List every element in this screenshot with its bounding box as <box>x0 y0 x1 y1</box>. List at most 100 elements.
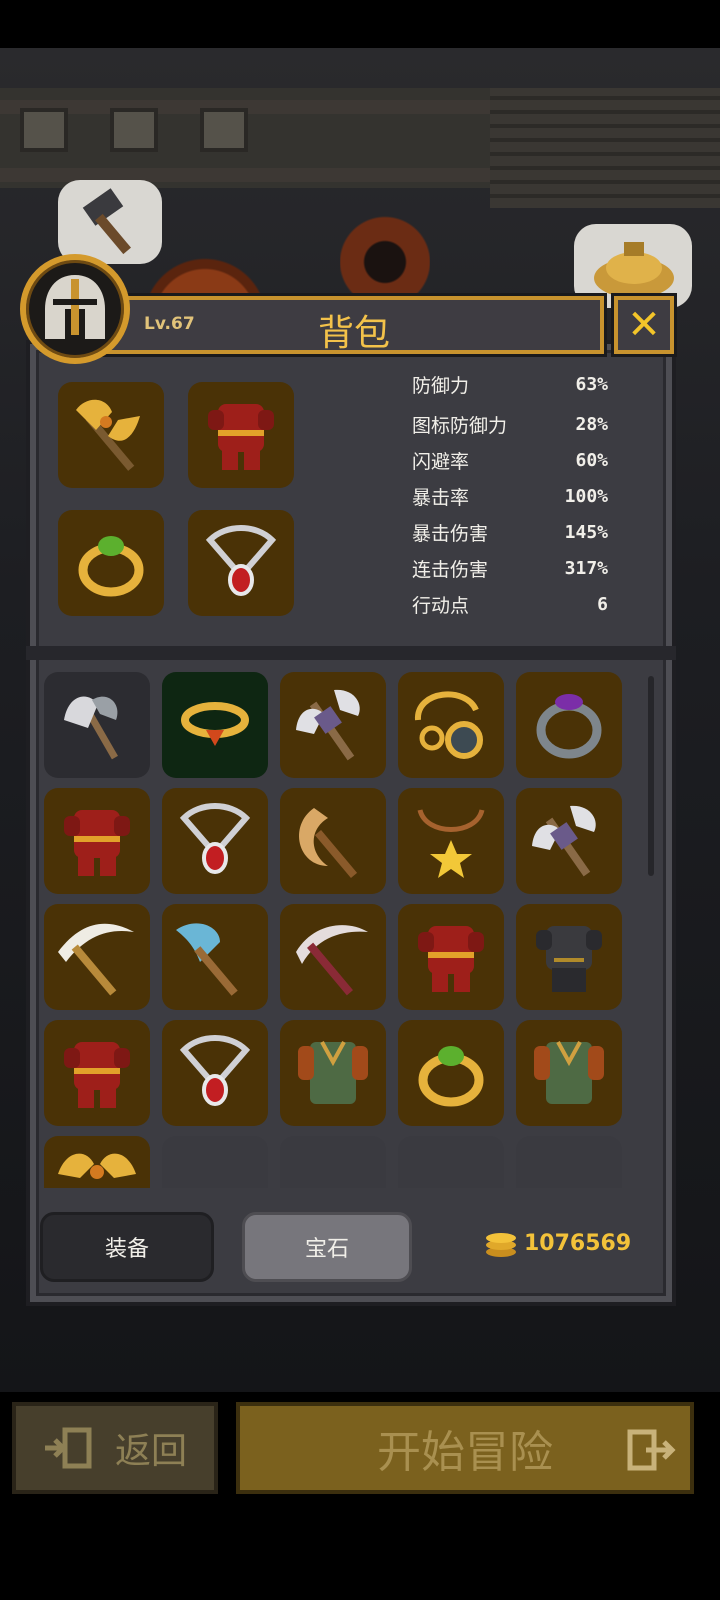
inventory-slot-empty[interactable] <box>398 1136 504 1188</box>
start-adventure-label: 开始冒险 <box>377 1427 553 1478</box>
stat-value: 317% <box>564 557 608 579</box>
inventory-slot-empty[interactable] <box>516 1136 622 1188</box>
inventory-slot[interactable] <box>398 672 504 778</box>
moon-axe-icon <box>299 808 358 879</box>
start-adventure-button[interactable]: 开始冒险 <box>236 1402 694 1494</box>
page-title: 背包 <box>317 313 390 354</box>
stat-value: 100% <box>564 485 608 507</box>
stat-label: 防御力 <box>412 374 470 397</box>
stat-label: 闪避率 <box>412 450 470 473</box>
stat-row: 连击伤害 317% <box>412 550 608 586</box>
stat-label: 连击伤害 <box>412 558 489 581</box>
stat-row: 闪避率 60% <box>412 442 608 478</box>
inventory-slot[interactable] <box>162 904 268 1010</box>
gold-emerald-ring-icon <box>418 1046 484 1107</box>
stat-row: 暴击伤害 145% <box>412 514 608 550</box>
inventory-slot[interactable] <box>516 904 622 1010</box>
exit-door-icon <box>627 1429 676 1471</box>
enter-door-icon <box>44 1427 92 1469</box>
stat-row: 行动点 6 <box>412 586 608 622</box>
stat-value: 63% <box>575 373 608 395</box>
close-button[interactable]: ✕ <box>614 296 674 354</box>
gold-emerald-ring-icon <box>78 536 144 597</box>
black-armor-icon <box>536 926 602 992</box>
section-divider <box>26 646 676 660</box>
inventory-slot-empty[interactable] <box>162 1136 268 1188</box>
inventory-slot[interactable] <box>398 904 504 1010</box>
stat-label: 暴击率 <box>412 486 470 509</box>
stat-row: 防御力 63% <box>412 372 608 402</box>
equip-slot-armor[interactable] <box>188 382 294 488</box>
back-button-label: 返回 <box>114 1431 187 1472</box>
gold-coins-icon <box>486 1233 516 1257</box>
stat-value: 28% <box>575 413 608 435</box>
blacksmith-button[interactable] <box>58 180 162 264</box>
gold-ruby-ring-icon <box>181 702 249 746</box>
red-armor-icon <box>64 1042 130 1108</box>
green-tunic-icon <box>534 1041 604 1104</box>
blue-axe-icon <box>176 923 238 996</box>
golden-pickaxe-icon <box>58 923 134 996</box>
inventory-slot[interactable] <box>162 788 268 894</box>
inventory-slot[interactable] <box>44 788 150 894</box>
close-x-icon: ✕ <box>627 302 661 348</box>
hammer-icon <box>82 188 131 255</box>
avatar[interactable] <box>20 254 130 364</box>
inventory-slot[interactable] <box>516 672 622 778</box>
inventory-slot[interactable] <box>162 1020 268 1126</box>
green-tunic-icon <box>298 1041 368 1104</box>
red-armor-icon <box>208 404 274 470</box>
stat-row: 图标防御力 28% <box>412 406 608 442</box>
equip-slot-ring[interactable] <box>58 510 164 616</box>
golden-double-axe-icon <box>76 399 140 471</box>
tab-gems[interactable]: 宝石 <box>242 1212 412 1282</box>
inventory-slot[interactable] <box>280 672 386 778</box>
inventory-slot[interactable] <box>516 788 622 894</box>
stat-label: 行动点 <box>412 594 470 617</box>
inventory-scrollbar[interactable] <box>648 676 654 876</box>
title-bar: Lv.67 背包 <box>104 296 604 354</box>
inventory-slot[interactable] <box>44 1020 150 1126</box>
silver-ruby-amulet-icon <box>179 803 251 874</box>
inventory-slot[interactable] <box>398 788 504 894</box>
inventory-slot[interactable] <box>516 1020 622 1126</box>
back-button[interactable]: 返回 <box>12 1402 218 1494</box>
inventory-slot[interactable] <box>398 1020 504 1126</box>
star-necklace-icon <box>417 809 485 878</box>
purple-double-axe-icon <box>532 805 596 877</box>
purple-double-axe-icon <box>296 689 360 761</box>
amethyst-ring-icon <box>536 694 602 759</box>
inventory-slot[interactable] <box>44 904 150 1010</box>
stats-panel: 防御力 63% 图标防御力 28% 闪避率 60% 暴击率 100% 暴击伤害 … <box>412 372 608 624</box>
inventory-slot[interactable] <box>280 788 386 894</box>
silver-ruby-amulet-icon <box>179 1035 251 1106</box>
tab-equipment-label: 装备 <box>104 1237 149 1262</box>
stat-value: 6 <box>597 593 608 615</box>
tab-equipment[interactable]: 装备 <box>40 1212 214 1282</box>
inventory-slot[interactable] <box>280 1020 386 1126</box>
equip-slot-amulet[interactable] <box>188 510 294 616</box>
gold-amount: 1076569 <box>524 1230 632 1256</box>
stat-value: 145% <box>564 521 608 543</box>
red-armor-icon <box>418 926 484 992</box>
stat-label: 暴击伤害 <box>412 522 489 545</box>
red-armor-icon <box>64 810 130 876</box>
inventory-slot[interactable] <box>44 672 150 778</box>
inventory-slot[interactable] <box>44 1136 150 1188</box>
golden-double-axe-icon <box>58 1153 136 1179</box>
silver-ruby-amulet-icon <box>205 525 277 596</box>
stat-value: 60% <box>575 449 608 471</box>
crimson-pickaxe-icon <box>296 925 368 996</box>
gold-counter: 1076569 <box>484 1228 631 1258</box>
gold-chain-amulet-icon <box>415 691 483 759</box>
iron-battle-axe-icon <box>64 696 118 760</box>
inventory-slot[interactable] <box>280 904 386 1010</box>
inventory-slot-empty[interactable] <box>280 1136 386 1188</box>
tab-gems-label: 宝石 <box>304 1237 349 1262</box>
inventory-grid <box>40 668 640 1188</box>
stat-row: 暴击率 100% <box>412 478 608 514</box>
knight-helmet-icon <box>45 275 105 339</box>
equip-slot-weapon[interactable] <box>58 382 164 488</box>
stat-label: 图标防御力 <box>412 414 508 437</box>
inventory-slot[interactable] <box>162 672 268 778</box>
